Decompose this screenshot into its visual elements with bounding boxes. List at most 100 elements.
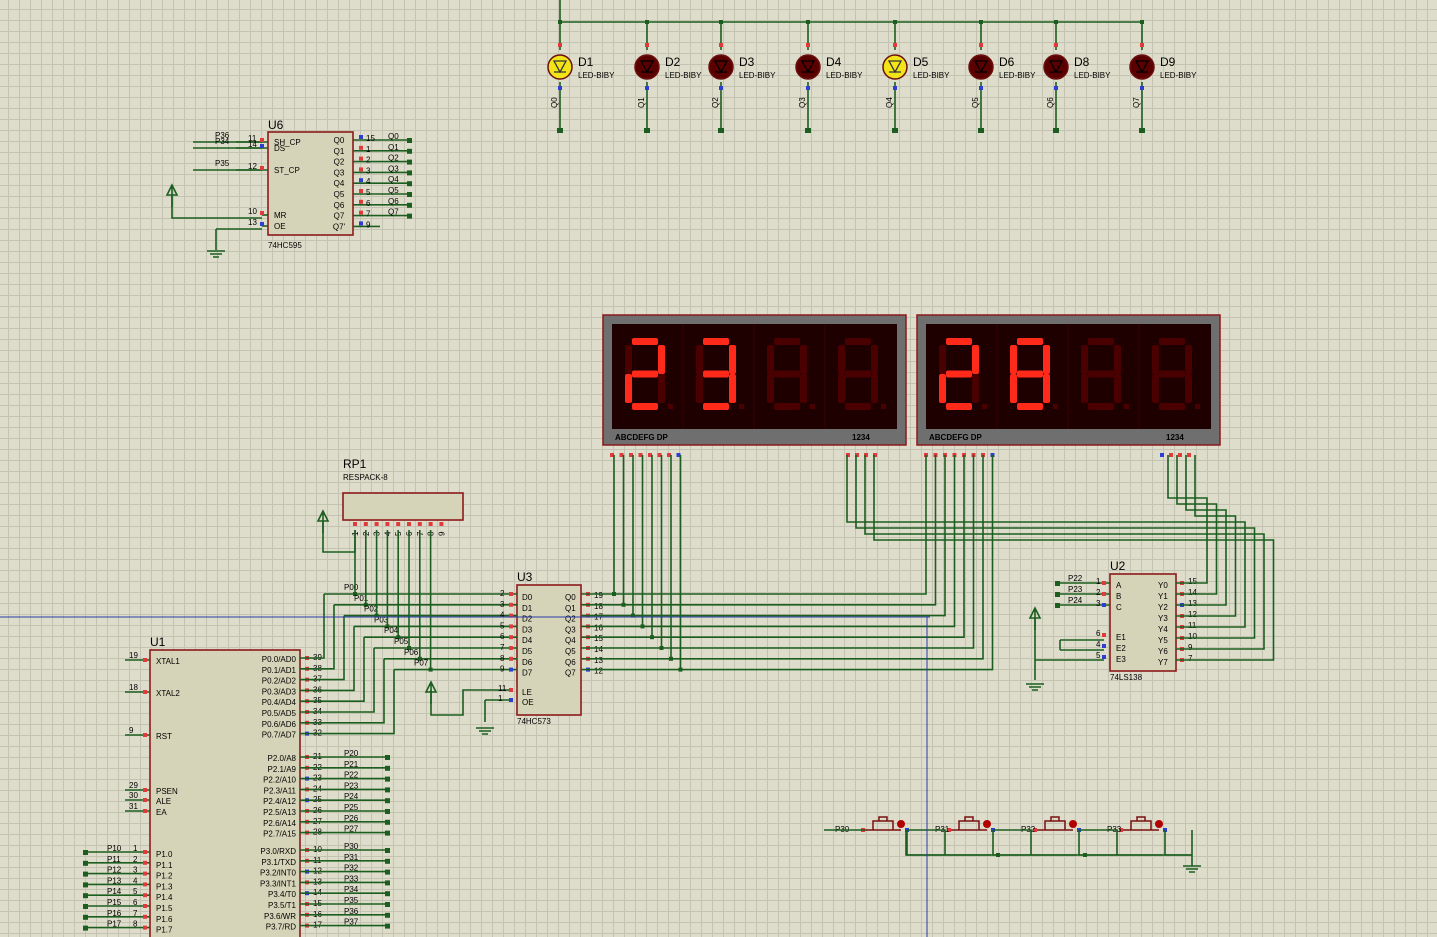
pin-name: P0.4/AD4: [262, 698, 297, 707]
pin-marker: [260, 144, 264, 148]
pin-number: 2: [500, 589, 505, 598]
led-net: Q0: [550, 97, 559, 108]
resistor-pack[interactable]: [342, 492, 464, 521]
led-net: Q4: [885, 97, 894, 108]
segment: [1088, 370, 1114, 378]
segment: [939, 345, 946, 374]
segment: [1017, 338, 1043, 345]
pin-number: 18: [594, 602, 603, 611]
pin-number: 2: [366, 156, 371, 165]
pin-number: 19: [129, 651, 138, 660]
pin-name: P3.1/TXD: [261, 858, 296, 867]
bus-wire: [300, 594, 325, 659]
pin-marker: [143, 809, 147, 813]
pin-marker: [509, 602, 513, 607]
pin-marker: [359, 189, 363, 193]
pin-name: D4: [522, 636, 533, 645]
pin-number: 7: [366, 210, 371, 219]
pin-marker: [143, 733, 147, 737]
led-body[interactable]: [634, 54, 660, 80]
net-terminal: [805, 128, 811, 133]
pin-marker: [359, 221, 363, 226]
pin-marker: [979, 43, 983, 47]
pin-name: P3.0/RXD: [260, 847, 296, 856]
junction-dot: [806, 20, 810, 24]
segment: [1114, 345, 1121, 374]
pin-number: 16: [594, 623, 603, 632]
segment: [625, 374, 632, 403]
pin-name: Q1: [565, 604, 576, 613]
led-body[interactable]: [882, 54, 908, 80]
pin-marker: [143, 871, 147, 876]
net-label: P23: [344, 781, 359, 790]
net-terminal: [385, 787, 390, 793]
segment-wire: [652, 455, 965, 638]
pin-number: 5: [366, 188, 371, 197]
net-label: P30: [344, 842, 359, 851]
button-indicator: [1155, 820, 1163, 828]
pin-marker: [359, 199, 363, 204]
net-terminal: [83, 850, 88, 855]
net-label: P35: [215, 159, 230, 168]
led-ref: D5: [913, 55, 929, 69]
net-label: P13: [107, 876, 122, 885]
led-body[interactable]: [968, 54, 994, 80]
pin-name: Y5: [1158, 636, 1168, 645]
pin-number: 6: [133, 898, 138, 907]
power-terminal: [424, 680, 438, 704]
pin-name: D6: [522, 658, 533, 667]
digit-select-wire: [1176, 455, 1218, 595]
led-body[interactable]: [1043, 54, 1069, 80]
decimal-point: [881, 404, 886, 409]
led-body[interactable]: [1129, 54, 1155, 80]
net-terminal: [83, 860, 88, 866]
pin-name: RST: [156, 732, 172, 741]
net-terminal: [1053, 128, 1059, 133]
push-button[interactable]: [865, 816, 905, 831]
button-indicator: [1069, 820, 1077, 828]
net-label: Q7: [388, 208, 399, 217]
pin-name: LE: [522, 688, 532, 697]
button-switch-icon: [865, 816, 901, 831]
segment: [800, 345, 807, 374]
net-label: P37: [344, 918, 359, 927]
power-terminal: [1028, 606, 1042, 630]
net-label: P36: [344, 907, 359, 916]
led-body[interactable]: [795, 54, 821, 80]
pin-number: 3: [366, 166, 371, 175]
pin-marker: [1102, 655, 1106, 659]
pin-marker: [1102, 581, 1106, 585]
segment: [800, 374, 807, 403]
segment: [658, 374, 665, 403]
pin-marker: [806, 86, 810, 90]
net-terminal: [385, 880, 390, 886]
pin-name: P1.5: [156, 904, 173, 913]
decimal-point: [739, 404, 744, 409]
net-label: Q5: [388, 186, 399, 195]
led-net: Q2: [711, 97, 720, 108]
led-body[interactable]: [708, 54, 734, 80]
seven-segment-display[interactable]: ABCDEFG DP 1234: [602, 314, 907, 446]
digit-select-wire: [1167, 455, 1208, 584]
pin-name: XTAL2: [156, 689, 180, 698]
pin-marker: [143, 658, 147, 662]
net-terminal: [385, 912, 390, 918]
segment: [767, 374, 774, 403]
segment: [871, 345, 878, 374]
pin-name: P2.0/A8: [268, 754, 297, 763]
led-body[interactable]: [547, 54, 573, 80]
net-terminal: [385, 848, 390, 853]
pin-marker: [353, 522, 357, 526]
push-button[interactable]: [951, 816, 991, 831]
net-label: Q0: [388, 132, 399, 141]
seven-segment-display[interactable]: ABCDEFG DP 1234: [916, 314, 1221, 446]
push-button[interactable]: [1037, 816, 1077, 831]
pin-marker: [143, 690, 147, 694]
cursor-guide: [0, 616, 930, 937]
net-label: P06: [404, 648, 419, 657]
pin-name: OE: [522, 698, 534, 707]
segment: [632, 403, 658, 410]
pin-name: P0.2/AD2: [262, 677, 297, 686]
net-terminal: [385, 765, 390, 771]
push-button[interactable]: [1123, 816, 1163, 831]
